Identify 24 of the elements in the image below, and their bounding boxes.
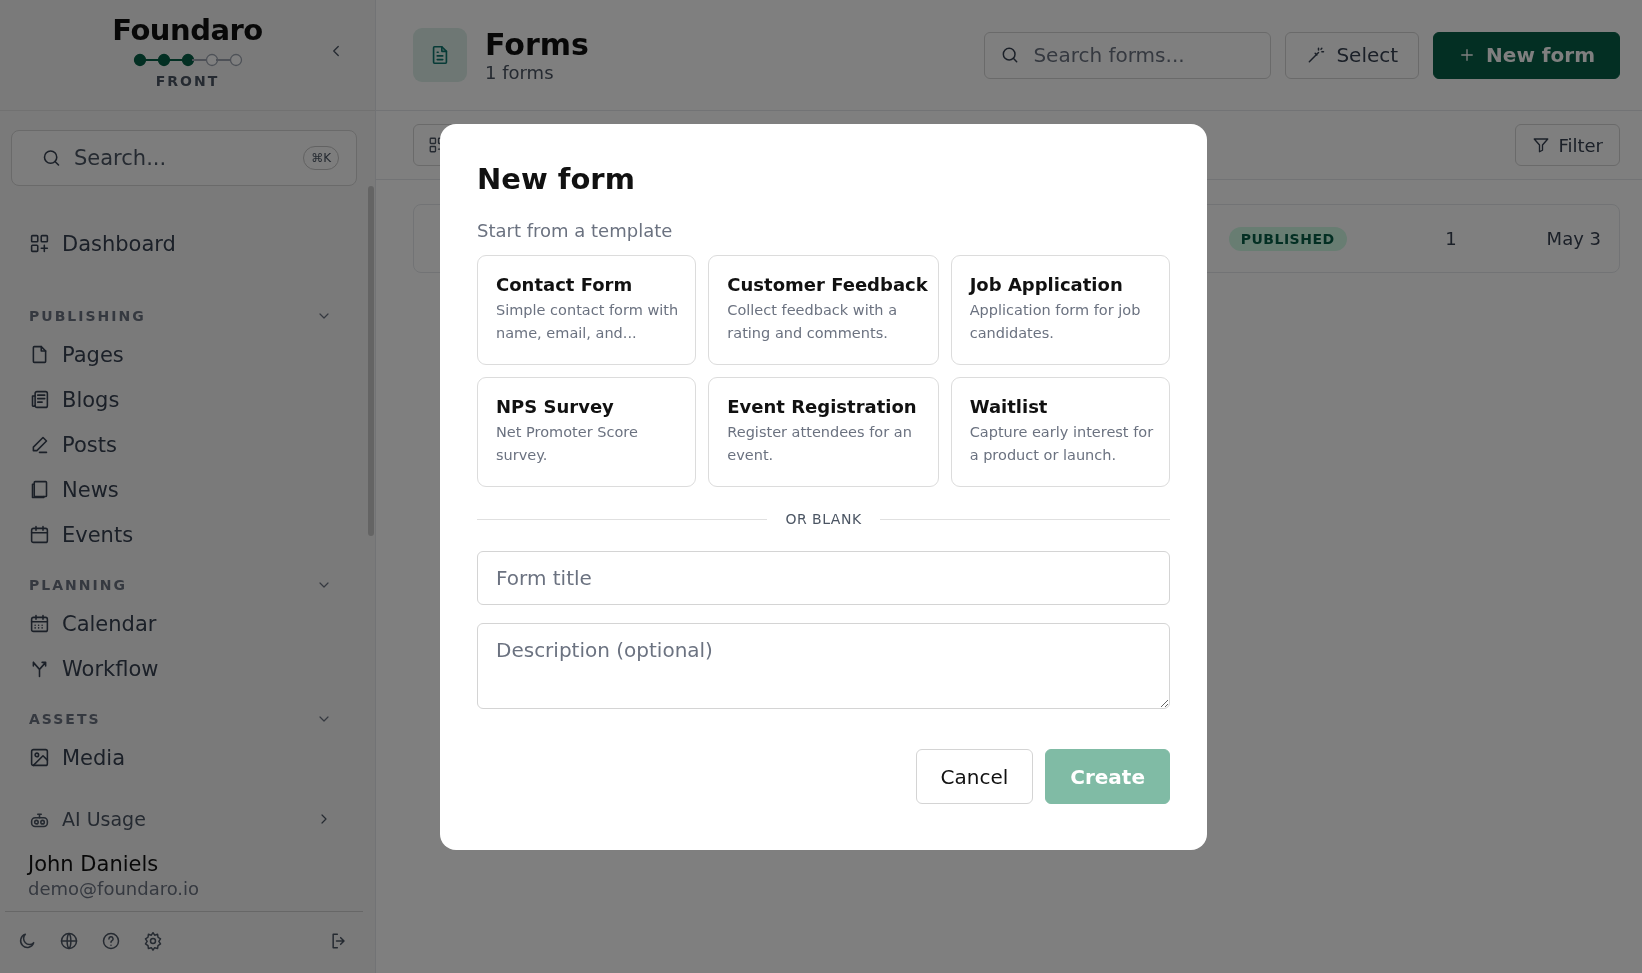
template-title: Contact Form — [496, 274, 634, 295]
template-description: Net Promoter Score survey. — [496, 423, 639, 465]
template-title: Customer Feedback — [727, 274, 928, 295]
workspace-label: FRONT — [155, 73, 220, 89]
template-title: NPS Survey — [496, 396, 615, 417]
dialog-title: New form — [477, 162, 636, 196]
template-description: Collect feedback with a rating and comments. — [727, 301, 899, 343]
page-title: Forms — [485, 27, 589, 62]
template-description: Register attendees for an event. — [727, 423, 913, 465]
response-count: 1 — [1444, 228, 1457, 249]
dialog-subtitle: Start from a template — [477, 220, 674, 241]
template-description: Capture early interest for a product or launch. — [969, 423, 1155, 465]
status-badge: PUBLISHED — [1228, 226, 1347, 251]
logo-text: Foundaro — [112, 13, 263, 47]
template-description: Application form for job candidates. — [969, 301, 1142, 343]
user-email: demo@foundaro.io — [28, 878, 201, 899]
user-name: John Daniels — [28, 852, 160, 876]
template-title: Event Registration — [727, 396, 918, 417]
page-subtitle: 1 forms — [485, 62, 555, 83]
template-title: Job Application — [969, 274, 1124, 295]
template-title: Waitlist — [969, 396, 1049, 417]
divider-label: OR BLANK — [785, 511, 862, 527]
template-description: Simple contact form with name, email, and... — [496, 301, 680, 343]
form-date: May 3 — [1546, 228, 1601, 249]
